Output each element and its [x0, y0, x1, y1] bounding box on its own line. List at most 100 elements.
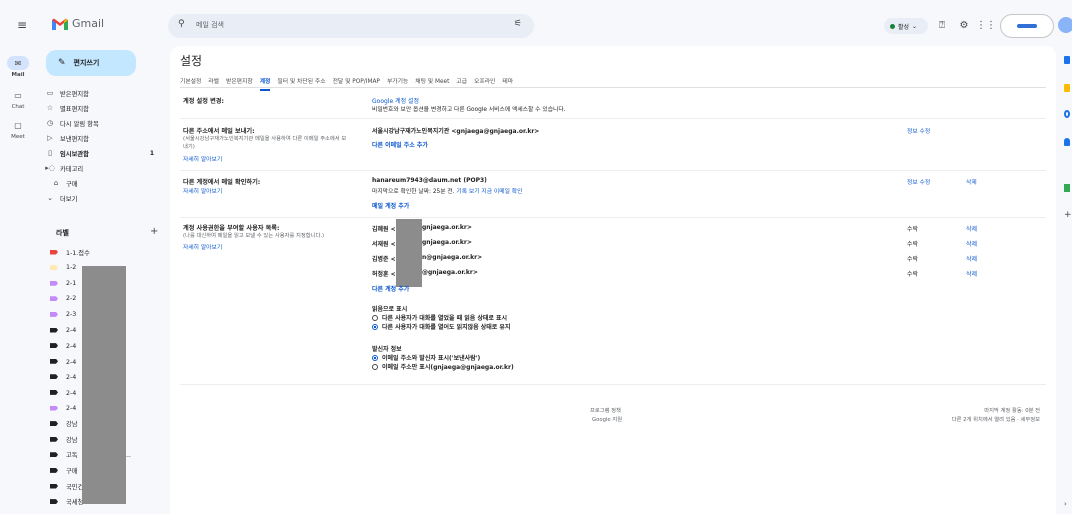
radio-label: 이메일 주소와 발신자 표시('보낸사람') [382, 355, 481, 362]
user-delete-link[interactable]: 삭제 [966, 269, 977, 278]
add-email-address-link[interactable]: 다른 이메일 주소 추가 [372, 140, 428, 149]
user-status: 수락 [907, 226, 919, 233]
settings-tab[interactable]: 라벨 [208, 76, 219, 91]
send-as-edit-link[interactable]: 정보 수정 [907, 126, 930, 135]
nav-item-drafts[interactable]: ▯ 임시보관함 1 [40, 147, 158, 159]
purchase-icon: ⌂ [53, 179, 59, 187]
search-input[interactable]: 메일 검색 [196, 20, 224, 30]
settings-tab[interactable]: 테마 [502, 76, 513, 91]
nav-label: 받은편지함 [60, 90, 89, 98]
add-another-account-link[interactable]: 다른 계정 추가 [372, 284, 409, 293]
add-label-icon[interactable]: + [150, 226, 158, 237]
settings-tab[interactable]: 계정 [259, 76, 271, 91]
check-mail-label: 다른 계정에서 메일 확인하기: [183, 179, 261, 186]
label-name: 2-1 [66, 279, 77, 287]
contacts-icon[interactable] [1064, 138, 1070, 146]
snooze-icon: ◷ [46, 119, 54, 127]
label-tag-icon [50, 436, 58, 442]
gmail-logo[interactable]: Gmail [52, 17, 104, 30]
settings-tab[interactable]: 필터 및 차단된 주소 [277, 76, 325, 91]
label-name: 1-2 [66, 264, 77, 272]
label-name: 강남 [66, 436, 78, 444]
grant-access-sub: (나를 대신하여 메일을 읽고 보낼 수 있는 사용자를 지정합니다.) [183, 233, 325, 239]
account-org-logo[interactable] [1000, 14, 1054, 38]
user-email: n@gnjaega.or.kr> [422, 254, 483, 261]
inbox-icon: ▭ [46, 89, 54, 97]
search-bar[interactable]: ⚲ 메일 검색 ⚟ [168, 14, 534, 38]
label-item[interactable]: 1-1.접수 [50, 246, 160, 258]
grant-access-learn-more-link[interactable]: 자세히 알아보기 [183, 242, 222, 251]
rail-chat[interactable]: ▭ Chat [0, 88, 36, 111]
program-policy-link[interactable]: 프로그램 정책 [590, 406, 621, 414]
keep-icon[interactable] [1064, 84, 1070, 92]
main-menu-icon[interactable]: ≡ [12, 16, 32, 34]
user-delete-link[interactable]: 삭제 [966, 239, 977, 248]
active-status-icon [890, 23, 895, 29]
nav-item-sent[interactable]: ▷ 보낸편지함 [40, 132, 158, 144]
add-mail-account-link[interactable]: 메일 계정 추가 [372, 201, 409, 210]
add-addon-icon[interactable]: + [1064, 210, 1072, 220]
radio-button[interactable] [372, 315, 378, 321]
settings-tab[interactable]: 오프라인 [474, 76, 495, 91]
settings-gear-icon[interactable]: ⚙ [957, 18, 971, 32]
user-delete-link[interactable]: 삭제 [966, 224, 977, 233]
search-options-icon[interactable]: ⚟ [514, 19, 522, 29]
radio-button[interactable] [372, 364, 378, 370]
sender-option-1[interactable]: 이메일 주소와 발신자 표시('보낸사람') [372, 353, 480, 362]
send-as-learn-more-link[interactable]: 자세히 알아보기 [183, 154, 222, 163]
label-tag-icon [50, 421, 58, 427]
search-icon[interactable]: ⚲ [178, 19, 185, 29]
label-name: 국세청 [66, 499, 84, 507]
user-email: @gnjaega.or.kr> [422, 269, 478, 276]
nav-item-purchases[interactable]: ⌂ 구매 [40, 177, 158, 189]
app-name: Gmail [72, 17, 105, 30]
nav-item-categories[interactable]: ▸◌ 카테고리 [40, 162, 158, 174]
label-name: 2-4 [66, 326, 77, 334]
send-as-sub-1: (서울시강남구재가노인복지기관 메일을 사용하여 다른 이메일 주소에서 보 [183, 136, 347, 142]
settings-tab[interactable]: 전달 및 POP/IMAP [333, 76, 380, 91]
radio-button-selected[interactable] [372, 355, 378, 361]
settings-tab[interactable]: 고급 [456, 76, 467, 91]
rail-mail[interactable]: ✉ Mail [0, 56, 36, 78]
nav-item-more[interactable]: ⌄ 더보기 [40, 192, 158, 204]
settings-tab[interactable]: 채팅 및 Meet [415, 76, 449, 91]
sender-option-2[interactable]: 이메일 주소만 표시(gnjaega@gnjaega.or.kr) [372, 362, 514, 371]
radio-label: 다른 사용자가 대화를 열었을 때 읽음 상태로 표시 [382, 315, 508, 322]
compose-label: 편지쓰기 [73, 59, 100, 67]
user-delete-link[interactable]: 삭제 [966, 254, 977, 263]
calendar-icon[interactable] [1064, 56, 1070, 64]
user-name: 허정훈 < [372, 271, 396, 278]
nav-item-inbox[interactable]: ▭ 받은편지함 [40, 87, 158, 99]
apps-grid-icon[interactable]: ⋮⋮ [976, 18, 996, 32]
check-now-link[interactable]: 지금 이메일 확인 [481, 189, 522, 195]
google-support-link[interactable]: Google 지원 [592, 415, 622, 423]
nav-label: 구매 [66, 180, 78, 188]
addon-icon[interactable] [1064, 184, 1070, 192]
radio-label: 다른 사용자가 대화를 열어도 읽지않음 상태로 유지 [382, 324, 511, 331]
view-history-link[interactable]: 기록 보기 [456, 189, 479, 195]
rail-meet[interactable]: ▢ Meet [0, 118, 36, 141]
nav-count: 1 [149, 149, 154, 157]
read-option-1[interactable]: 다른 사용자가 대화를 열었을 때 읽음 상태로 표시 [372, 313, 507, 322]
settings-tab[interactable]: 기본설정 [180, 76, 201, 91]
avatar[interactable] [1058, 17, 1072, 33]
status-chip[interactable]: 활성 ⌄ [884, 18, 928, 34]
read-option-2[interactable]: 다른 사용자가 대화를 열어도 읽지않음 상태로 유지 [372, 322, 510, 331]
compose-button[interactable]: ✎ 편지쓰기 [46, 50, 136, 76]
settings-panel: 설정 기본설정 라벨 받은편지함 계정 필터 및 차단된 주소 전달 및 POP/IMAP… [170, 46, 1056, 514]
nav-item-snoozed[interactable]: ◷ 다시 알림 항목 [40, 117, 158, 129]
grant-access-label: 계정 사용권한을 부여할 사용자 목록: [183, 225, 280, 232]
nav-item-starred[interactable]: ☆ 별표편지함 [40, 102, 158, 114]
help-icon[interactable]: ⍰ [935, 18, 949, 32]
activity-detail-link[interactable]: 다른 2개 위치에서 열려 있음 · 세부정보 [952, 415, 1040, 423]
settings-tab[interactable]: 받은편지함 [226, 76, 253, 91]
check-mail-learn-more-link[interactable]: 자세히 알아보기 [183, 186, 222, 195]
radio-button-selected[interactable] [372, 324, 378, 330]
check-mail-delete-link[interactable]: 삭제 [966, 177, 977, 186]
check-mail-edit-link[interactable]: 정보 수정 [907, 177, 930, 186]
nav-label: 임시보관함 [60, 150, 89, 158]
side-panel-toggle-icon[interactable]: › [1064, 500, 1067, 508]
tasks-icon[interactable] [1064, 110, 1070, 118]
settings-tab[interactable]: 부가기능 [387, 76, 408, 91]
send-icon: ▷ [47, 134, 53, 142]
